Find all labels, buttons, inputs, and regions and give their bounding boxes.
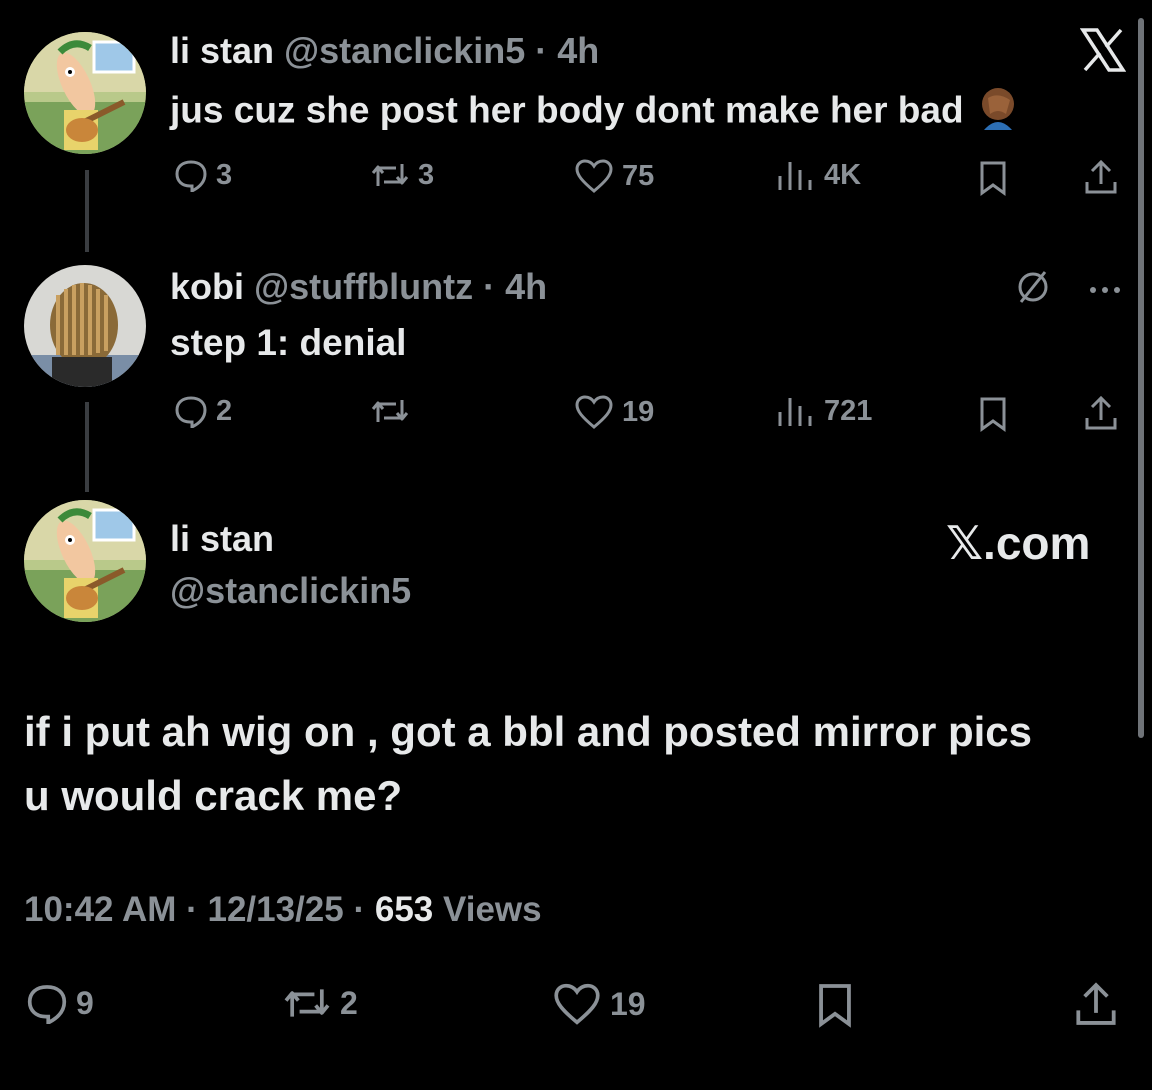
tweet-header: kobi @stuffbluntz · 4h <box>170 266 547 308</box>
reply-icon <box>175 396 207 428</box>
tweet-text: step 1: denial <box>170 322 407 363</box>
avatar[interactable] <box>24 500 146 622</box>
like-count: 19 <box>610 985 646 1022</box>
heart-icon <box>575 159 613 193</box>
display-name[interactable]: kobi <box>170 266 244 307</box>
facepalm-emoji <box>974 84 1022 141</box>
bookmark-icon <box>980 397 1006 432</box>
like-button[interactable]: 75 <box>574 158 654 194</box>
x-logo-icon[interactable] <box>1079 28 1127 77</box>
bookmark-icon <box>980 161 1006 196</box>
reply-button[interactable]: 2 <box>174 394 232 428</box>
views-count: 721 <box>824 394 873 427</box>
brand-watermark: 𝕏.com <box>946 517 1091 569</box>
repost-icon <box>371 164 409 186</box>
handle[interactable]: @stanclickin5 <box>170 570 411 612</box>
avatar[interactable] <box>24 32 146 154</box>
tweet-meta: 10:42 AM · 12/13/25 · 653 Views <box>24 890 542 930</box>
share-button[interactable] <box>1082 158 1120 196</box>
bookmark-button[interactable] <box>816 982 854 1028</box>
heart-icon <box>554 983 600 1025</box>
reply-icon <box>27 985 67 1024</box>
repost-button[interactable] <box>370 394 418 428</box>
views-icon <box>778 398 812 426</box>
views-count: 653 <box>374 890 434 929</box>
repost-button[interactable]: 3 <box>370 158 434 192</box>
separator: · <box>186 890 198 929</box>
tweet-date[interactable]: 12/13/25 <box>208 890 344 929</box>
reply-icon <box>175 160 207 192</box>
handle[interactable]: @stuffbluntz <box>254 266 473 307</box>
tweet-time[interactable]: 10:42 AM <box>24 890 176 929</box>
views-count: 4K <box>824 158 862 191</box>
scrollbar[interactable] <box>1138 18 1144 738</box>
avatar[interactable] <box>24 265 146 387</box>
tweet-header: li stan @stanclickin5 · 4h <box>170 30 599 72</box>
like-count: 19 <box>622 395 655 428</box>
reply-count: 3 <box>216 158 233 191</box>
like-button[interactable]: 19 <box>552 982 646 1026</box>
views-icon <box>778 162 812 190</box>
like-count: 75 <box>622 159 655 192</box>
reply-button[interactable]: 9 <box>26 982 94 1024</box>
tweet-text-body: jus cuz she post her body dont make her … <box>170 89 964 131</box>
repost-count: 2 <box>340 984 358 1021</box>
repost-icon <box>371 400 409 422</box>
share-icon <box>1085 395 1117 430</box>
repost-icon <box>284 989 330 1017</box>
bookmark-button[interactable] <box>978 396 1008 432</box>
timestamp[interactable]: · 4h <box>535 30 599 71</box>
like-button[interactable]: 19 <box>574 394 654 430</box>
heart-icon <box>575 395 613 429</box>
separator: · <box>353 890 366 929</box>
share-button[interactable] <box>1082 394 1120 432</box>
reply-button[interactable]: 3 <box>174 158 232 192</box>
tweet-text: if i put ah wig on , got a bbl and poste… <box>24 708 1033 819</box>
mute-icon[interactable] <box>1014 268 1052 311</box>
timestamp[interactable]: · 4h <box>483 266 547 307</box>
bookmark-button[interactable] <box>978 160 1008 196</box>
views-button[interactable]: 721 <box>776 394 872 428</box>
tweet-text: jus cuz she post her body dont make her … <box>170 84 1022 141</box>
handle[interactable]: @stanclickin5 <box>284 30 525 71</box>
repost-button[interactable]: 2 <box>282 982 358 1024</box>
display-name[interactable]: li stan <box>170 518 274 560</box>
share-icon <box>1085 159 1117 194</box>
views-button[interactable]: 4K <box>776 158 861 192</box>
display-name[interactable]: li stan <box>170 30 274 71</box>
reply-count: 9 <box>76 984 94 1021</box>
thread-line <box>85 402 89 492</box>
share-icon <box>1076 982 1116 1025</box>
thread-line <box>85 170 89 252</box>
repost-count: 3 <box>418 158 435 191</box>
views-label: Views <box>443 890 542 929</box>
more-icon[interactable] <box>1088 282 1122 300</box>
share-button[interactable] <box>1072 980 1120 1028</box>
reply-count: 2 <box>216 394 233 427</box>
bookmark-icon <box>819 984 851 1028</box>
